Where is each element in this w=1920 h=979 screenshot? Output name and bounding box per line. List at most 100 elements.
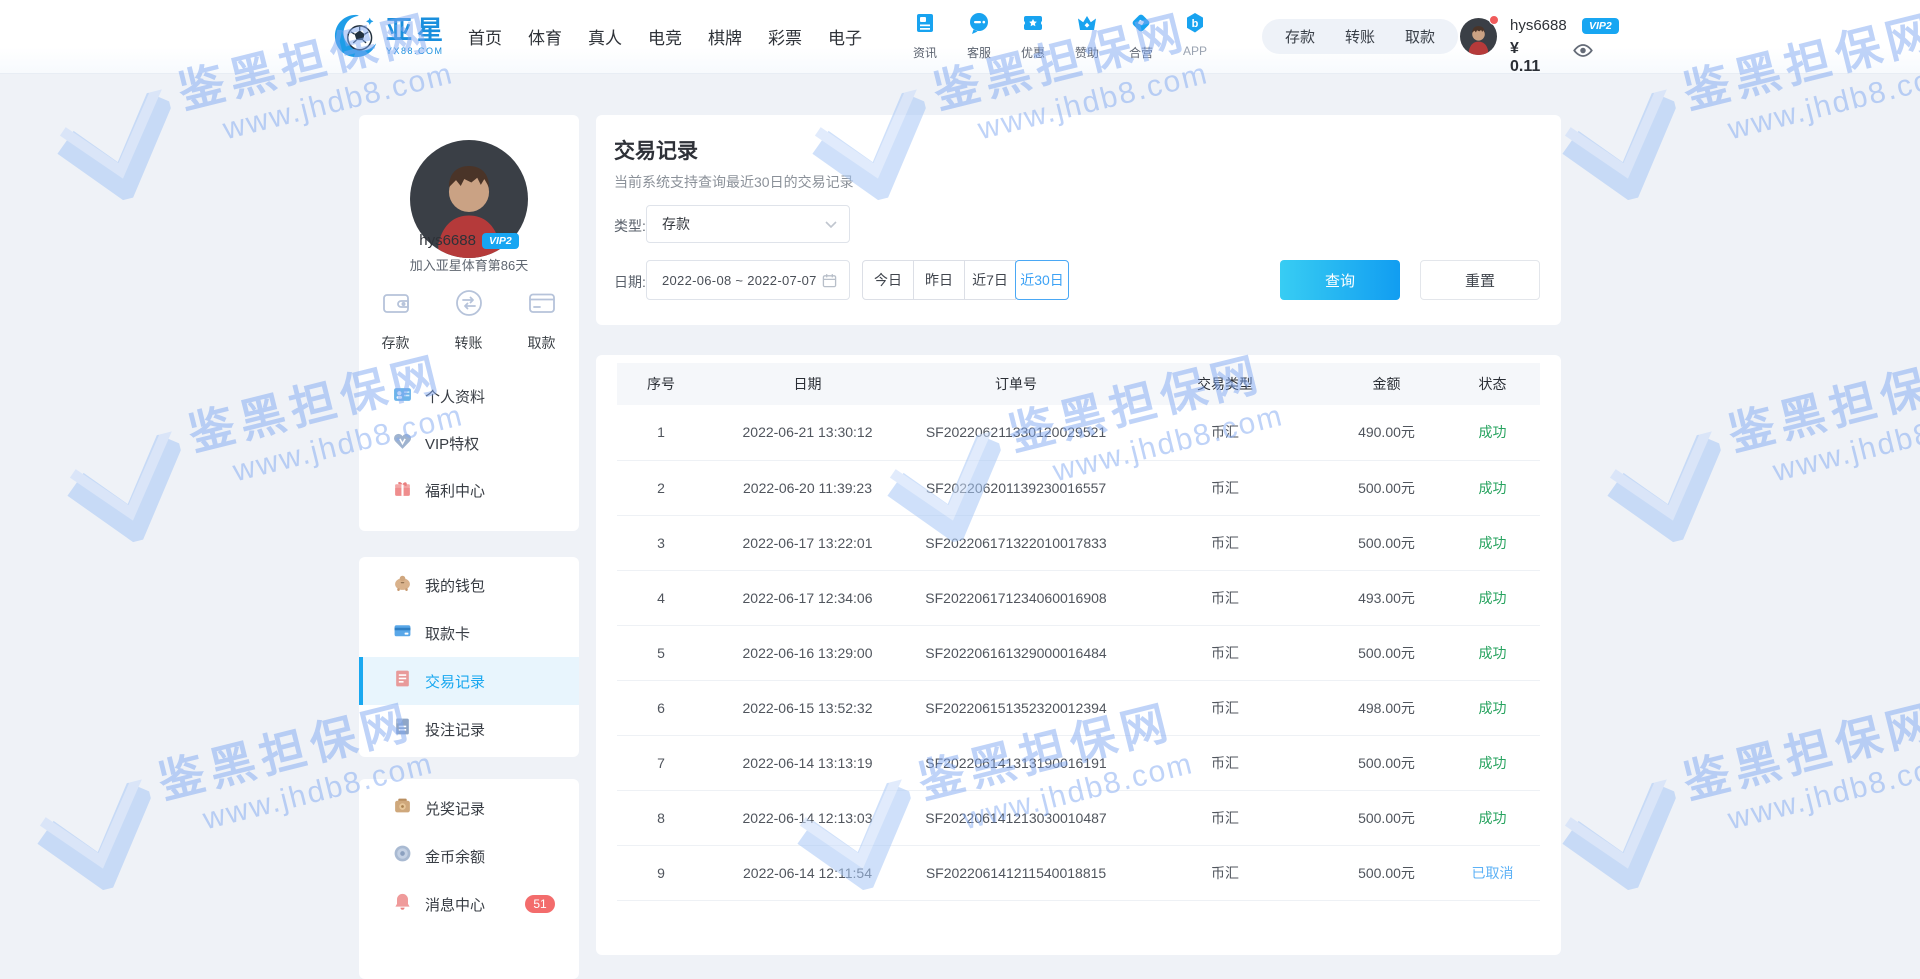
filter-card: 交易记录 当前系统支持查询最近30日的交易记录 类型: 存款 日期: 2022-… xyxy=(596,115,1561,325)
sidebar-item-vip[interactable]: VIP特权 xyxy=(359,420,579,467)
cell-type: 币汇 xyxy=(1122,625,1328,680)
sidebar-item-messages[interactable]: 消息中心51 xyxy=(359,880,579,928)
wallet-pill[interactable]: 取款 xyxy=(1390,26,1450,47)
nav-item[interactable]: 电子 xyxy=(828,24,862,49)
type-select-value: 存款 xyxy=(662,214,825,234)
guarantee-logo-icon xyxy=(1598,430,1740,555)
sidebar-menu-card: 兑奖记录金币余额消息中心51 xyxy=(359,779,579,979)
header-quick-item[interactable]: 资讯 xyxy=(898,11,952,61)
nav-item[interactable]: 真人 xyxy=(588,24,622,49)
transfer-icon xyxy=(453,287,485,324)
header-quick-label: 合营 xyxy=(1129,44,1153,61)
type-select[interactable]: 存款 xyxy=(646,205,850,243)
cell-order-no: SF202206171234060016908 xyxy=(910,570,1122,625)
guarantee-logo-icon xyxy=(1553,778,1695,903)
cell-type: 币汇 xyxy=(1122,515,1328,570)
date-range-button[interactable]: 昨日 xyxy=(913,260,965,300)
date-range-button[interactable]: 今日 xyxy=(862,260,914,300)
cell-status: 成功 xyxy=(1445,405,1540,460)
sidebar-item-profile[interactable]: 个人资料 xyxy=(359,373,579,420)
site-logo[interactable]: 亚星 YX88.COM xyxy=(333,14,448,58)
cell-index: 9 xyxy=(617,845,705,900)
redeem-icon xyxy=(393,796,412,820)
search-button[interactable]: 查询 xyxy=(1280,260,1400,300)
date-range-button[interactable]: 近30日 xyxy=(1015,260,1069,300)
sidebar-item-bankcard[interactable]: 取款卡 xyxy=(359,609,579,657)
table-row: 32022-06-17 13:22:01SF202206171322010017… xyxy=(617,515,1540,570)
bets-icon xyxy=(393,717,412,741)
sidebar-item-redeem[interactable]: 兑奖记录 xyxy=(359,784,579,832)
cell-amount: 500.00元 xyxy=(1328,845,1445,900)
cell-type: 币汇 xyxy=(1122,570,1328,625)
sidebar-item-wallet[interactable]: 我的钱包 xyxy=(359,561,579,609)
cell-date: 2022-06-16 13:29:00 xyxy=(705,625,910,680)
sidebar-item-transactions[interactable]: 交易记录 xyxy=(359,657,579,705)
app-icon: b xyxy=(1183,11,1207,40)
sidebar-item-bets[interactable]: 投注记录 xyxy=(359,705,579,753)
bankcard-icon xyxy=(393,621,412,645)
cell-amount: 500.00元 xyxy=(1328,515,1445,570)
date-range-button[interactable]: 近7日 xyxy=(964,260,1016,300)
sidebar-item-label: 交易记录 xyxy=(425,671,485,692)
header-quick-item[interactable]: 合营 xyxy=(1114,11,1168,61)
header-quick-item[interactable]: 优惠 xyxy=(1006,11,1060,61)
cell-index: 1 xyxy=(617,405,705,460)
cell-type: 币汇 xyxy=(1122,845,1328,900)
cell-date: 2022-06-15 13:52:32 xyxy=(705,680,910,735)
page-title: 交易记录 xyxy=(614,135,698,165)
nav-item[interactable]: 首页 xyxy=(468,24,502,49)
cell-order-no: SF202206211330120029521 xyxy=(910,405,1122,460)
date-range-input[interactable]: 2022-06-08 ~ 2022-07-07 xyxy=(646,260,850,300)
wallet-icon xyxy=(393,573,412,597)
cell-index: 3 xyxy=(617,515,705,570)
sidebar-profile-card: hys6688 VIP2 加入亚星体育第86天 存款转账取款 个人资料VIP特权… xyxy=(359,115,579,531)
nav-item[interactable]: 彩票 xyxy=(768,24,802,49)
header-quick-label: 客服 xyxy=(967,44,991,61)
wallet-pill[interactable]: 存款 xyxy=(1270,26,1330,47)
header-quick-item[interactable]: 赞助 xyxy=(1060,11,1114,61)
sidebar-quick-action[interactable]: 存款 xyxy=(359,287,432,353)
sidebar-quick-action[interactable]: 转账 xyxy=(432,287,505,353)
cell-amount: 500.00元 xyxy=(1328,625,1445,680)
wallet-pill[interactable]: 转账 xyxy=(1330,26,1390,47)
sidebar-item-label: 投注记录 xyxy=(425,719,485,740)
sidebar-item-welfare[interactable]: 福利中心 xyxy=(359,467,579,514)
logo-text: 亚星 xyxy=(386,17,448,43)
joined-days-text: 加入亚星体育第86天 xyxy=(359,255,579,274)
cell-status: 已取消 xyxy=(1445,845,1540,900)
header-quick-item[interactable]: 客服 xyxy=(952,11,1006,61)
cell-status: 成功 xyxy=(1445,735,1540,790)
nav-item[interactable]: 体育 xyxy=(528,24,562,49)
table-column-header: 序号 xyxy=(617,363,705,405)
reset-button[interactable]: 重置 xyxy=(1420,260,1540,300)
cell-order-no: SF202206161329000016484 xyxy=(910,625,1122,680)
sidebar-menu-group: 个人资料VIP特权福利中心 xyxy=(359,373,579,514)
cell-order-no: SF202206141211540018815 xyxy=(910,845,1122,900)
table-row: 82022-06-14 12:13:03SF202206141213030010… xyxy=(617,790,1540,845)
guarantee-logo-icon xyxy=(28,778,170,903)
messages-icon xyxy=(393,892,412,916)
sidebar-quick-action[interactable]: 取款 xyxy=(505,287,578,353)
nav-item[interactable]: 棋牌 xyxy=(708,24,742,49)
date-range-group: 今日昨日近7日近30日 xyxy=(862,260,1069,300)
header-quick-item[interactable]: bAPP xyxy=(1168,11,1222,61)
cell-amount: 498.00元 xyxy=(1328,680,1445,735)
calendar-icon xyxy=(822,273,837,288)
username: hys6688 xyxy=(419,232,476,249)
cell-status: 成功 xyxy=(1445,625,1540,680)
table-row: 72022-06-14 13:13:19SF202206141313190016… xyxy=(617,735,1540,790)
promo-icon xyxy=(1021,11,1045,40)
sidebar-item-coins[interactable]: 金币余额 xyxy=(359,832,579,880)
eye-icon[interactable] xyxy=(1572,44,1594,57)
cell-date: 2022-06-20 11:39:23 xyxy=(705,460,910,515)
cell-status: 成功 xyxy=(1445,680,1540,735)
sidebar-quick-actions: 存款转账取款 xyxy=(359,287,579,353)
cell-order-no: SF202206151352320012394 xyxy=(910,680,1122,735)
username[interactable]: hys6688 xyxy=(1510,17,1567,34)
cell-date: 2022-06-17 12:34:06 xyxy=(705,570,910,625)
deposit-icon xyxy=(380,287,412,324)
football-logo-icon xyxy=(333,14,379,58)
table-row: 22022-06-20 11:39:23SF202206201139230016… xyxy=(617,460,1540,515)
table-row: 12022-06-21 13:30:12SF202206211330120029… xyxy=(617,405,1540,460)
nav-item[interactable]: 电竞 xyxy=(648,24,682,49)
